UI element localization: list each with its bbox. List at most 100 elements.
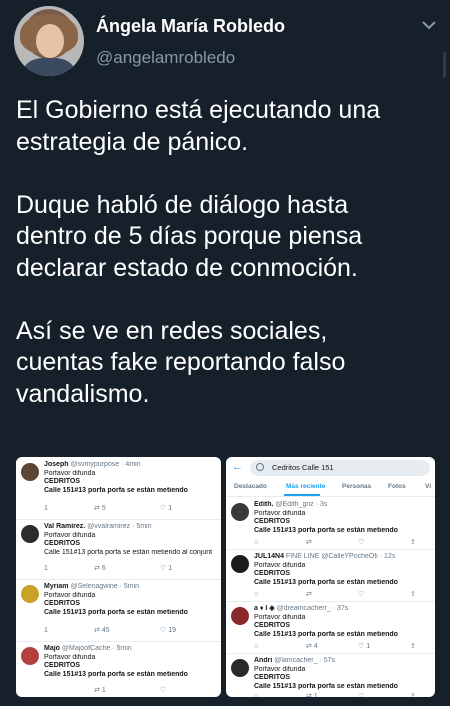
retweet-count[interactable]: ⇄ 45 xyxy=(94,627,110,636)
tab-videos[interactable]: Vi xyxy=(425,483,431,490)
like-icon[interactable]: ♡ xyxy=(358,693,364,697)
avatar-shirt xyxy=(24,58,74,76)
retweet-icon[interactable]: ⇄ xyxy=(306,539,312,548)
tweet-line: Calle 151#13 porfa porfa se están metien… xyxy=(44,486,188,494)
tweet-actions: ○ ⇄ 1 ♡ ⇪ xyxy=(254,693,427,697)
search-input[interactable]: Cedritos Calle 151 xyxy=(250,460,430,476)
reply-count[interactable]: 1 xyxy=(44,627,48,636)
tweet-line: CEDRITOS xyxy=(254,674,291,681)
divider xyxy=(226,549,435,550)
tab-destacado[interactable]: Destacado xyxy=(234,483,267,490)
tweet-handle: @Edith_gnz · 3s xyxy=(275,501,328,508)
tweet-line: Porfavor difunda xyxy=(254,509,306,517)
list-item: a ♦ l ◈ @dreamcacherr_ · 37s Porfavor di… xyxy=(226,603,435,653)
reply-icon[interactable]: ○ xyxy=(254,539,258,548)
avatar xyxy=(21,463,39,481)
like-count[interactable]: ♡ 1 xyxy=(358,643,370,652)
tweet-line: CEDRITOS xyxy=(254,570,291,577)
retweet-count[interactable]: ⇄ 6 xyxy=(94,565,106,574)
tweet-line: CEDRITOS xyxy=(254,518,291,525)
search-tabs: Destacado Más reciente Personas Fotos Vi xyxy=(226,479,435,497)
tweet-actions: ○ ⇄ ♡ ⇪ xyxy=(254,591,427,601)
retweet-icon[interactable]: ⇄ xyxy=(306,591,312,600)
avatar xyxy=(231,659,249,677)
tweet-author: JUL14N4 xyxy=(254,553,284,560)
divider xyxy=(16,641,221,642)
share-icon[interactable]: ⇪ xyxy=(410,643,416,652)
tweet-author: Andri xyxy=(254,657,273,664)
divider xyxy=(226,601,435,602)
like-icon[interactable]: ♡ xyxy=(160,687,166,696)
retweet-count[interactable]: ⇄ 1 xyxy=(94,687,106,696)
chevron-down-icon[interactable] xyxy=(420,18,438,32)
tweet-handle: FINE LINE @CalleYPocheOfi · 12s xyxy=(285,553,396,560)
tweet-actions: 1 ⇄ 45 ♡ 19 xyxy=(44,627,213,637)
active-tab-indicator xyxy=(284,494,320,496)
list-item: Myriam @Selenagwine · 5min Porfavor difu… xyxy=(16,581,221,641)
tweet-handle: @vvalramirez · 5min xyxy=(87,523,152,530)
like-icon[interactable]: ♡ xyxy=(358,591,364,600)
list-item: Edith. @Edith_gnz · 3s Porfavor difunda … xyxy=(226,499,435,549)
back-arrow-icon[interactable]: ← xyxy=(232,461,243,473)
reply-icon[interactable]: ○ xyxy=(254,591,258,600)
tweet-line: Calle 151#13 porfa porfa se están metien… xyxy=(44,670,188,678)
tweet-line: CEDRITOS xyxy=(44,478,81,485)
left-screenshot-image[interactable]: Joseph @svmypurpose · 4min Porfavor difu… xyxy=(16,457,221,697)
author-handle[interactable]: @angelamrobledo xyxy=(96,48,235,68)
tweet-handle: @dreamcacherr_ · 37s xyxy=(276,605,349,612)
divider xyxy=(16,519,221,520)
reply-count[interactable]: 1 xyxy=(44,505,48,514)
tweet-line: CEDRITOS xyxy=(44,662,81,669)
tweet-handle: @Selenagwine · 5min xyxy=(70,583,140,590)
divider xyxy=(16,579,221,580)
retweet-count[interactable]: ⇄ 5 xyxy=(94,505,106,514)
avatar xyxy=(21,647,39,665)
tweet-actions: ○ ⇄ 4 ♡ 1 ⇪ xyxy=(254,643,427,653)
tweet-text: El Gobierno está ejecutando una estrateg… xyxy=(16,96,381,408)
avatar[interactable] xyxy=(14,6,84,76)
tweet-line: Calle 151#13 porfa porfa se están metien… xyxy=(44,548,213,556)
divider xyxy=(226,653,435,654)
share-icon[interactable]: ⇪ xyxy=(410,539,416,548)
tweet-line: Calle 151#13 porfa porfa se están metien… xyxy=(254,526,398,534)
tab-fotos[interactable]: Fotos xyxy=(388,483,406,490)
like-count[interactable]: ♡ 19 xyxy=(160,627,176,636)
tweet-actions: ○ ⇄ ♡ ⇪ xyxy=(254,539,427,549)
list-item: Val Ramírez. @vvalramirez · 5min Porfavo… xyxy=(16,521,221,579)
like-count[interactable]: ♡ 1 xyxy=(160,565,172,574)
tweet-handle: @MajoofCache · 5min xyxy=(61,645,132,652)
avatar xyxy=(231,555,249,573)
tweet-author: Joseph xyxy=(44,461,69,468)
retweet-count[interactable]: ⇄ 1 xyxy=(306,693,318,697)
tweet-line: Porfavor difunda xyxy=(44,531,96,539)
avatar xyxy=(21,525,39,543)
reply-icon[interactable]: ○ xyxy=(254,643,258,652)
tweet-line: Porfavor difunda xyxy=(44,469,96,477)
tweet-line: Calle 151#13 porfa porfa se están metien… xyxy=(44,608,188,616)
share-icon[interactable]: ⇪ xyxy=(410,591,416,600)
reply-count[interactable]: 1 xyxy=(44,565,48,574)
right-screenshot-image[interactable]: ← Cedritos Calle 151 Destacado Más recie… xyxy=(226,457,435,697)
like-icon[interactable]: ♡ xyxy=(358,539,364,548)
tweet-actions: 1 ⇄ 6 ♡ 1 xyxy=(44,565,213,575)
tweet-line: Porfavor difunda xyxy=(254,613,306,621)
list-item: Andri @lamcacher_ · 57s Porfavor difunda… xyxy=(226,655,435,697)
tweet-line: CEDRITOS xyxy=(44,600,81,607)
avatar xyxy=(21,585,39,603)
tweet-line: CEDRITOS xyxy=(254,622,291,629)
tweet-author: Edith. xyxy=(254,501,274,508)
tab-personas[interactable]: Personas xyxy=(342,483,371,490)
tweet-line: Porfavor difunda xyxy=(254,665,306,673)
tweet-handle: @svmypurpose · 4min xyxy=(70,461,141,468)
search-query: Cedritos Calle 151 xyxy=(272,463,334,472)
avatar xyxy=(231,607,249,625)
avatar xyxy=(231,503,249,521)
scrollbar[interactable] xyxy=(443,52,446,78)
like-count[interactable]: ♡ 1 xyxy=(160,505,172,514)
avatar-face xyxy=(36,24,64,58)
share-icon[interactable]: ⇪ xyxy=(410,693,416,697)
tab-mas-reciente[interactable]: Más reciente xyxy=(286,483,325,490)
retweet-count[interactable]: ⇄ 4 xyxy=(306,643,318,652)
author-name[interactable]: Ángela María Robledo xyxy=(96,16,285,37)
reply-icon[interactable]: ○ xyxy=(254,693,258,697)
